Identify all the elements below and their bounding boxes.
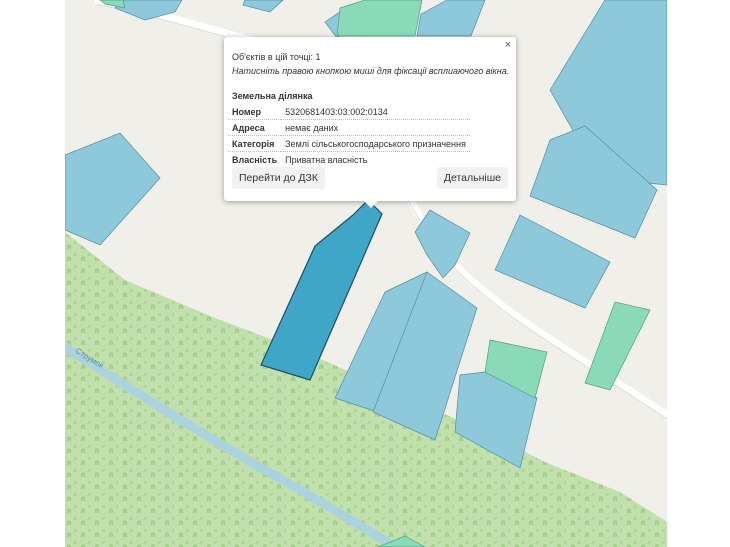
popup-hint: Натисніть правою кнопкою миші для фіксац… xyxy=(232,66,510,76)
attribute-key: Адреса xyxy=(228,119,282,136)
attribute-value: Землі сільськогосподарського призначення xyxy=(281,135,470,152)
table-row: Категорія Землі сільськогосподарського п… xyxy=(228,135,470,152)
table-row: Номер 5320681403:03:002:0134 xyxy=(228,104,470,120)
parcel-attributes-table: Номер 5320681403:03:002:0134 Адреса нема… xyxy=(228,104,470,167)
attribute-key: Категорія xyxy=(228,135,282,152)
parcel-info-popup: × Об'єктів в цій точці: 1 Натисніть прав… xyxy=(224,37,516,208)
table-row: Адреса немає даних xyxy=(228,119,470,136)
attribute-value: 5320681403:03:002:0134 xyxy=(281,104,470,120)
objects-count: Об'єктів в цій точці: 1 xyxy=(232,52,321,62)
parcel[interactable] xyxy=(416,0,486,37)
attribute-value: немає даних xyxy=(281,119,470,136)
section-title: Земельна ділянка xyxy=(232,91,313,101)
close-icon[interactable]: × xyxy=(505,40,511,51)
attribute-key: Номер xyxy=(228,104,282,120)
table-row: Власність Приватна власність xyxy=(228,152,470,168)
parcel[interactable] xyxy=(65,132,161,246)
green-parcel[interactable] xyxy=(336,0,423,37)
parcel[interactable] xyxy=(242,0,284,13)
green-parcel[interactable] xyxy=(584,301,651,391)
details-button[interactable]: Детальніше xyxy=(436,167,508,189)
parcel[interactable] xyxy=(494,214,611,309)
go-to-dzk-button[interactable]: Перейти до ДЗК xyxy=(232,167,325,189)
attribute-key: Власність xyxy=(232,155,278,165)
attribute-value: Приватна власність xyxy=(285,155,368,165)
